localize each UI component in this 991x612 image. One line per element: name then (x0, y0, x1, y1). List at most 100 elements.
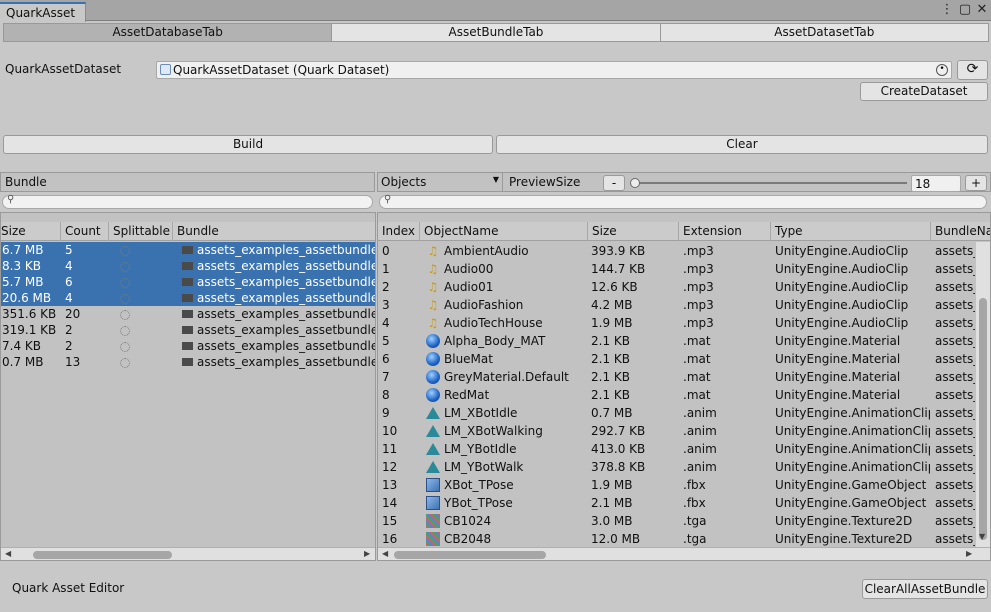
object-picker-icon[interactable]: • (936, 64, 948, 76)
preview-increase-button[interactable]: + (965, 175, 987, 191)
kebab-menu-icon[interactable]: ⋮ (940, 3, 954, 17)
object-row[interactable]: 12 LM_YBotWalk 378.8 KB .anim UnityEngine.An… (378, 458, 976, 476)
preview-slider-thumb[interactable] (630, 178, 640, 188)
objects-search-input[interactable]: ⚲ (379, 194, 987, 209)
object-row-index: 0 (382, 244, 390, 258)
bundle-horizontal-scrollbar[interactable]: ◀ ▶ (1, 547, 375, 560)
bundle-row-count: 6 (65, 275, 73, 289)
bundle-column-count[interactable]: Count (60, 222, 108, 241)
maximize-icon[interactable]: ▢ (958, 3, 972, 17)
objects-horizontal-scrollbar[interactable]: ◀ ▶ (378, 547, 990, 560)
objects-dropdown[interactable]: Objects ▼ (378, 173, 503, 191)
scroll-left-icon[interactable]: ◀ (382, 549, 388, 558)
object-row-index: 15 (382, 514, 398, 528)
object-row-extension: .anim (683, 460, 717, 474)
splittable-checkbox[interactable] (120, 338, 140, 354)
object-row[interactable]: 13 XBot_TPose 1.9 MB .fbx UnityEngine.GameOb… (378, 476, 976, 494)
scroll-right-icon[interactable]: ▶ (966, 549, 972, 558)
objects-column-objectname[interactable]: ObjectName (419, 222, 587, 241)
refresh-button[interactable]: ⟳ (957, 60, 988, 80)
objects-scrollbar-thumb[interactable] (394, 551, 546, 559)
object-row[interactable]: 15 CB1024 3.0 MB .tga UnityEngine.Texture2D a… (378, 512, 976, 530)
scroll-down-icon[interactable]: ▼ (979, 532, 985, 541)
bundle-row[interactable]: 20.6 MB 4 assets_examples_assetbundletest_… (1, 290, 375, 306)
object-row-label: Audio01 (444, 280, 494, 294)
splittable-checkbox[interactable] (120, 322, 140, 338)
object-row-type: UnityEngine.AudioClip (775, 280, 909, 294)
splittable-checkbox[interactable] (120, 290, 140, 306)
object-row-label: AmbientAudio (444, 244, 529, 258)
object-row[interactable]: 14 YBot_TPose 2.1 MB .fbx UnityEngine.GameOb… (378, 494, 976, 512)
scroll-left-icon[interactable]: ◀ (5, 549, 11, 558)
bundle-row[interactable]: 7.4 KB 2 assets_examples_assetbundletest_s… (1, 338, 375, 354)
object-row-index: 7 (382, 370, 390, 384)
bundle-row[interactable]: 6.7 MB 5 assets_examples_assetbundletest_a… (1, 242, 375, 258)
bundle-row[interactable]: 319.1 KB 2 assets_examples_assetbundletest… (1, 322, 375, 338)
object-row[interactable]: 2 ♫ Audio01 12.6 KB .mp3 UnityEngine.AudioCli… (378, 278, 976, 296)
preview-slider-track[interactable] (634, 182, 907, 184)
dataset-object-field[interactable]: QuarkAssetDataset (Quark Dataset) • (156, 61, 952, 79)
object-row-label: CB1024 (444, 514, 492, 528)
objects-column-size[interactable]: Size (587, 222, 678, 241)
scroll-right-icon[interactable]: ▶ (364, 549, 370, 558)
object-row[interactable]: 7 GreyMaterial.Default 2.1 KB .mat UnityEngi… (378, 368, 976, 386)
object-row[interactable]: 11 LM_YBotIdle 413.0 KB .anim UnityEngine.An… (378, 440, 976, 458)
object-row-name: Alpha_Body_MAT (426, 332, 586, 350)
bundle-column-size[interactable]: Size (1, 222, 60, 241)
splittable-checkbox[interactable] (120, 274, 140, 290)
bundle-row[interactable]: 0.7 MB 13 assets_examples_assetbundletest_… (1, 354, 375, 370)
object-row-type: UnityEngine.Material (775, 352, 901, 366)
object-row[interactable]: 16 CB2048 12.0 MB .tga UnityEngine.Texture2D… (378, 530, 976, 548)
object-row-bundle: assets_examples (935, 442, 975, 456)
tab-asset-dataset[interactable]: AssetDatasetTab (659, 23, 989, 42)
object-row-extension: .anim (683, 442, 717, 456)
bundle-search-input[interactable]: ⚲ (2, 194, 373, 209)
tab-asset-bundle[interactable]: AssetBundleTab (331, 23, 661, 42)
splittable-checkbox[interactable] (120, 242, 140, 258)
clear-button[interactable]: Clear (496, 135, 988, 154)
object-row[interactable]: 4 ♫ AudioTechHouse 1.9 MB .mp3 UnityEngine.Au… (378, 314, 976, 332)
object-row[interactable]: 9 LM_XBotIdle 0.7 MB .anim UnityEngine.Anima… (378, 404, 976, 422)
splittable-checkbox[interactable] (120, 354, 140, 370)
object-row-extension: .anim (683, 406, 717, 420)
object-row-extension: .fbx (683, 496, 706, 510)
object-row[interactable]: 6 BlueMat 2.1 KB .mat UnityEngine.Material as… (378, 350, 976, 368)
objects-column-bundlename[interactable]: BundleName (930, 222, 990, 241)
object-row[interactable]: 10 LM_XBotWalking 292.7 KB .anim UnityEngine… (378, 422, 976, 440)
bundle-column-bundle[interactable]: Bundle (172, 222, 375, 241)
object-row[interactable]: 0 ♫ AmbientAudio 393.9 KB .mp3 UnityEngine.Au… (378, 242, 976, 260)
audio-icon: ♫ (427, 261, 439, 276)
object-row-extension: .mat (683, 370, 711, 384)
bundle-row[interactable]: 5.7 MB 6 assets_examples_assetbundletest_m… (1, 274, 375, 290)
object-row[interactable]: 1 ♫ Audio00 144.7 KB .mp3 UnityEngine.AudioCl… (378, 260, 976, 278)
splittable-checkbox[interactable] (120, 306, 140, 322)
object-row-name: LM_XBotWalking (426, 422, 586, 440)
object-row-size: 12.0 MB (591, 532, 641, 546)
bundle-scrollbar-thumb[interactable] (33, 551, 172, 559)
object-row-size: 2.1 KB (591, 352, 630, 366)
clear-all-assetbundle-button[interactable]: ClearAllAssetBundle (862, 579, 988, 599)
bundle-column-splittable[interactable]: Splittable (108, 222, 172, 241)
audio-icon: ♫ (427, 279, 439, 294)
object-row-bundle: assets_examples (935, 262, 975, 276)
preview-decrease-button[interactable]: - (603, 175, 625, 191)
window-tab[interactable]: QuarkAsset (0, 2, 86, 22)
object-row-size: 0.7 MB (591, 406, 633, 420)
preview-size-input[interactable]: 18 (911, 175, 961, 192)
objects-column-extension[interactable]: Extension (678, 222, 770, 241)
objects-column-type[interactable]: Type (770, 222, 930, 241)
object-row-index: 9 (382, 406, 390, 420)
object-row[interactable]: 8 RedMat 2.1 KB .mat UnityEngine.Material ass… (378, 386, 976, 404)
tab-asset-database[interactable]: AssetDatabaseTab (3, 23, 333, 42)
create-dataset-button[interactable]: CreateDataset (860, 82, 988, 101)
close-icon[interactable]: ✕ (975, 3, 989, 17)
object-row[interactable]: 5 Alpha_Body_MAT 2.1 KB .mat UnityEngine.Mat… (378, 332, 976, 350)
objects-column-index[interactable]: Index (378, 222, 419, 241)
objects-vscroll-thumb[interactable] (979, 298, 987, 540)
build-button[interactable]: Build (3, 135, 493, 154)
object-row[interactable]: 3 ♫ AudioFashion 4.2 MB .mp3 UnityEngine.Audi… (378, 296, 976, 314)
bundle-row[interactable]: 8.3 KB 4 assets_examples_assetbundletest_m… (1, 258, 375, 274)
objects-vertical-scrollbar[interactable]: ▼ (976, 242, 990, 547)
bundle-row[interactable]: 351.6 KB 20 assets_examples_assetbundletes… (1, 306, 375, 322)
splittable-checkbox[interactable] (120, 258, 140, 274)
